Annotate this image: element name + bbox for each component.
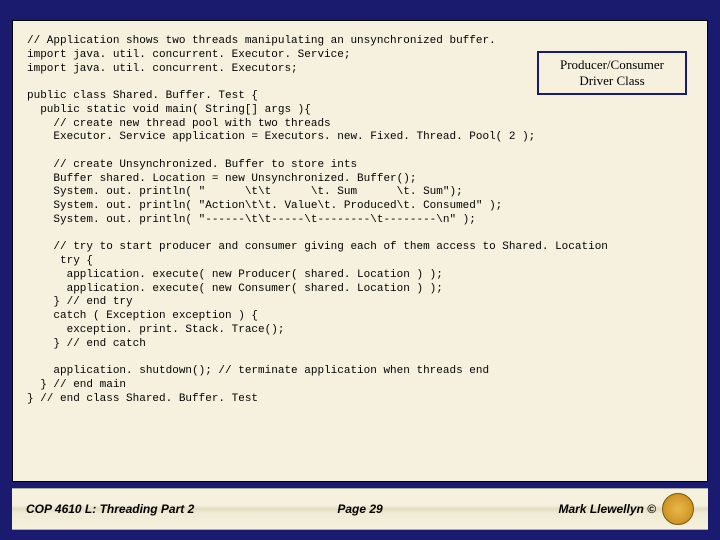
footer-left: COP 4610 L: Threading Part 2	[26, 502, 249, 516]
content-panel: // Application shows two threads manipul…	[12, 20, 708, 482]
callout-line-1: Producer/Consumer	[545, 57, 679, 73]
callout-line-2: Driver Class	[545, 73, 679, 89]
slide: // Application shows two threads manipul…	[0, 0, 720, 540]
callout-box: Producer/Consumer Driver Class	[537, 51, 687, 95]
footer-center: Page 29	[249, 502, 472, 516]
footer-right-wrap: Mark Llewellyn ©	[471, 493, 694, 525]
footer-bar: COP 4610 L: Threading Part 2 Page 29 Mar…	[12, 488, 708, 530]
ucf-logo-icon	[662, 493, 694, 525]
footer-right: Mark Llewellyn ©	[558, 502, 656, 516]
